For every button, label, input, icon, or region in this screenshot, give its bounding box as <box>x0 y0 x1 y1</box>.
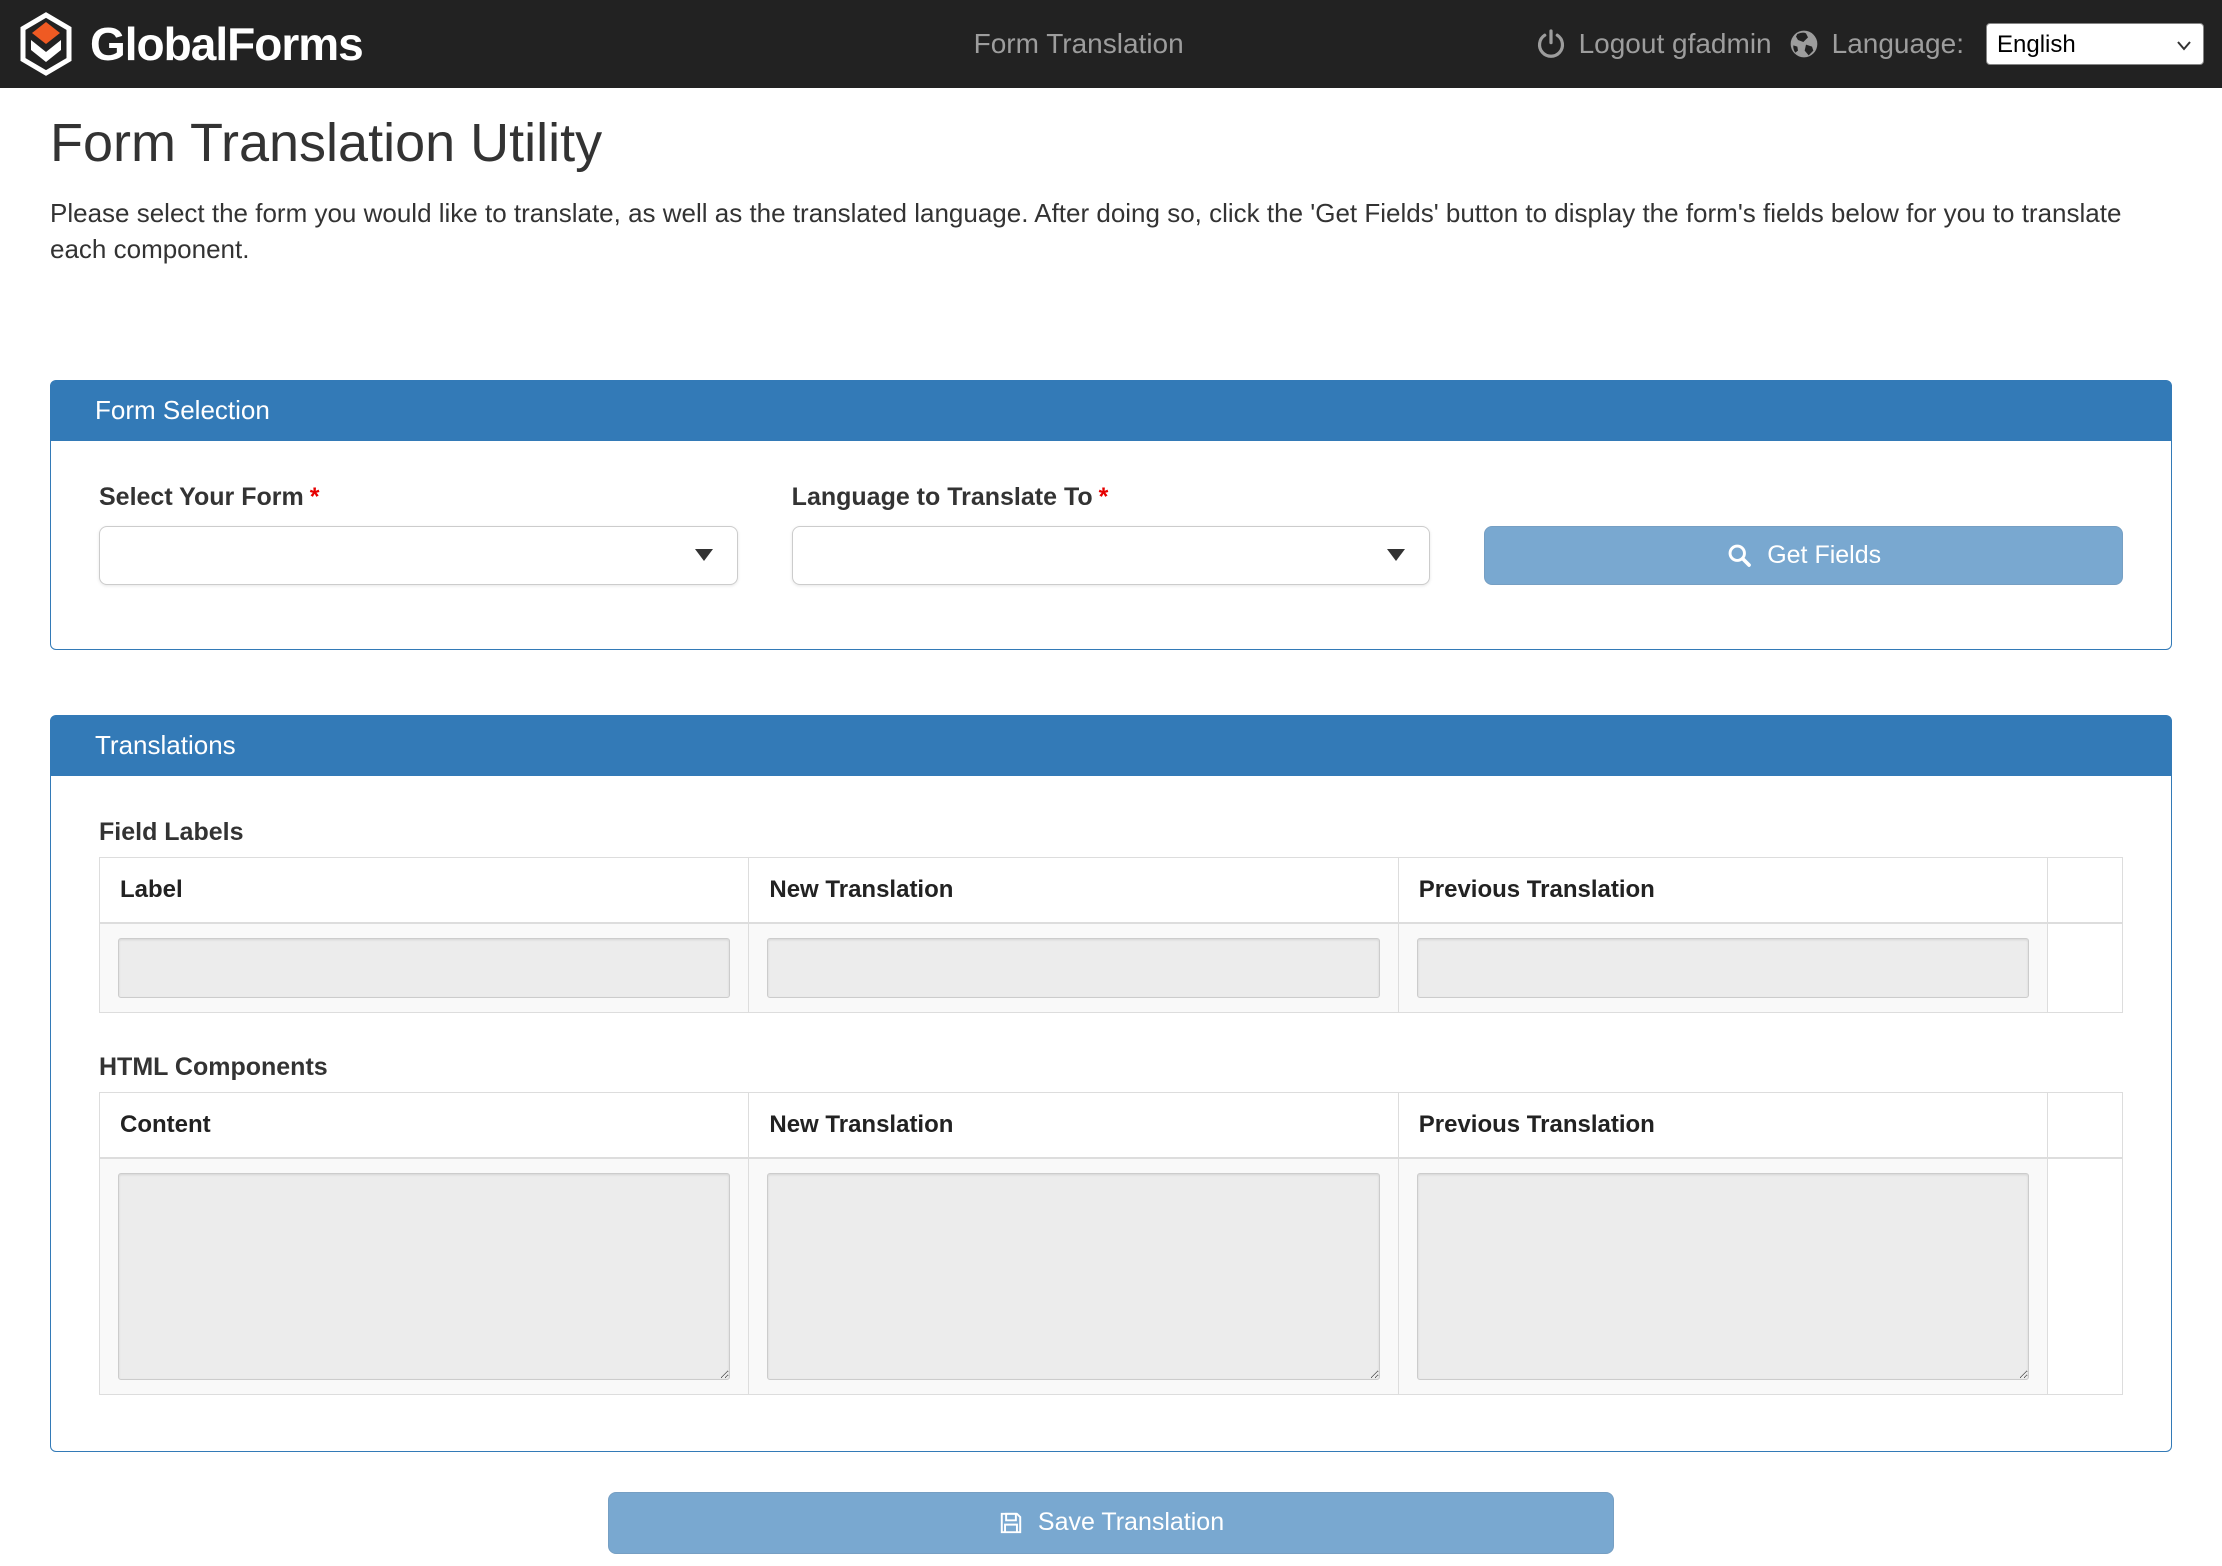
column-header-spacer <box>2048 857 2123 923</box>
main-container: Form Translation Utility Please select t… <box>0 112 2222 1554</box>
language-to-translate-field: Language to Translate To* <box>792 483 1431 585</box>
column-header-previous-translation: Previous Translation <box>1398 857 2047 923</box>
caret-down-icon <box>695 549 713 561</box>
language-group: Language: <box>1788 28 1964 60</box>
globalforms-logo-icon <box>20 12 72 76</box>
form-selection-panel-body: Select Your Form* Language to Translate … <box>51 441 2171 649</box>
select-your-form-dropdown[interactable] <box>99 526 738 585</box>
globe-icon <box>1788 28 1820 60</box>
intro-text: Please select the form you would like to… <box>50 196 2130 268</box>
get-fields-button[interactable]: Get Fields <box>1484 526 2123 585</box>
nav-item-form-translation[interactable]: Form Translation <box>974 28 1184 60</box>
logout-link[interactable]: Logout gfadmin <box>1535 28 1772 60</box>
language-label: Language: <box>1832 28 1964 60</box>
field-labels-heading: Field Labels <box>99 818 2123 847</box>
power-icon <box>1535 28 1567 60</box>
navbar-right-group: Logout gfadmin Language: English <box>1535 23 2204 65</box>
html-components-header-row: Content New Translation Previous Transla… <box>100 1092 2123 1158</box>
language-to-translate-label: Language to Translate To* <box>792 483 1431 512</box>
save-translation-button[interactable]: Save Translation <box>608 1492 1614 1554</box>
field-labels-table: Label New Translation Previous Translati… <box>99 857 2123 1013</box>
field-labels-row <box>100 923 2123 1013</box>
html-components-table: Content New Translation Previous Transla… <box>99 1092 2123 1395</box>
label-input[interactable] <box>118 938 730 998</box>
column-header-spacer <box>2048 1092 2123 1158</box>
required-asterisk: * <box>1099 483 1109 511</box>
logout-label: Logout gfadmin <box>1579 28 1772 60</box>
required-asterisk: * <box>310 483 320 511</box>
column-header-label: Label <box>100 857 749 923</box>
search-icon <box>1726 542 1753 569</box>
column-header-new-translation: New Translation <box>749 1092 1398 1158</box>
select-your-form-field: Select Your Form* <box>99 483 738 585</box>
html-components-row <box>100 1158 2123 1395</box>
column-header-content: Content <box>100 1092 749 1158</box>
row-spacer-cell <box>2048 923 2123 1013</box>
language-select[interactable]: English <box>1986 23 2204 65</box>
get-fields-column: Get Fields <box>1484 483 2123 585</box>
form-selection-panel: Form Selection Select Your Form* Languag… <box>50 380 2172 650</box>
content-textarea[interactable] <box>118 1173 730 1380</box>
form-selection-panel-header: Form Selection <box>51 381 2171 441</box>
brand-title: GlobalForms <box>90 17 363 71</box>
get-fields-label: Get Fields <box>1767 541 1881 570</box>
language-to-translate-dropdown[interactable] <box>792 526 1431 585</box>
save-translation-label: Save Translation <box>1038 1508 1224 1537</box>
new-translation-input[interactable] <box>767 938 1379 998</box>
column-header-previous-translation: Previous Translation <box>1398 1092 2047 1158</box>
column-header-new-translation: New Translation <box>749 857 1398 923</box>
translations-panel-header: Translations <box>51 716 2171 776</box>
navbar: GlobalForms Form Translation Logout gfad… <box>0 0 2222 88</box>
translations-panel: Translations Field Labels Label New Tran… <box>50 715 2172 1452</box>
previous-translation-input[interactable] <box>1417 938 2029 998</box>
caret-down-icon <box>1387 549 1405 561</box>
row-spacer-cell <box>2048 1158 2123 1395</box>
html-components-heading: HTML Components <box>99 1053 2123 1082</box>
previous-translation-textarea[interactable] <box>1417 1173 2029 1380</box>
brand[interactable]: GlobalForms <box>20 12 363 76</box>
new-translation-textarea[interactable] <box>767 1173 1379 1380</box>
language-select-wrap: English <box>1986 23 2204 65</box>
save-row: Save Translation <box>50 1492 2172 1554</box>
floppy-disk-icon <box>998 1510 1024 1536</box>
select-your-form-label: Select Your Form* <box>99 483 738 512</box>
page-title: Form Translation Utility <box>50 112 2172 174</box>
field-labels-header-row: Label New Translation Previous Translati… <box>100 857 2123 923</box>
translations-panel-body: Field Labels Label New Translation Previ… <box>51 776 2171 1451</box>
